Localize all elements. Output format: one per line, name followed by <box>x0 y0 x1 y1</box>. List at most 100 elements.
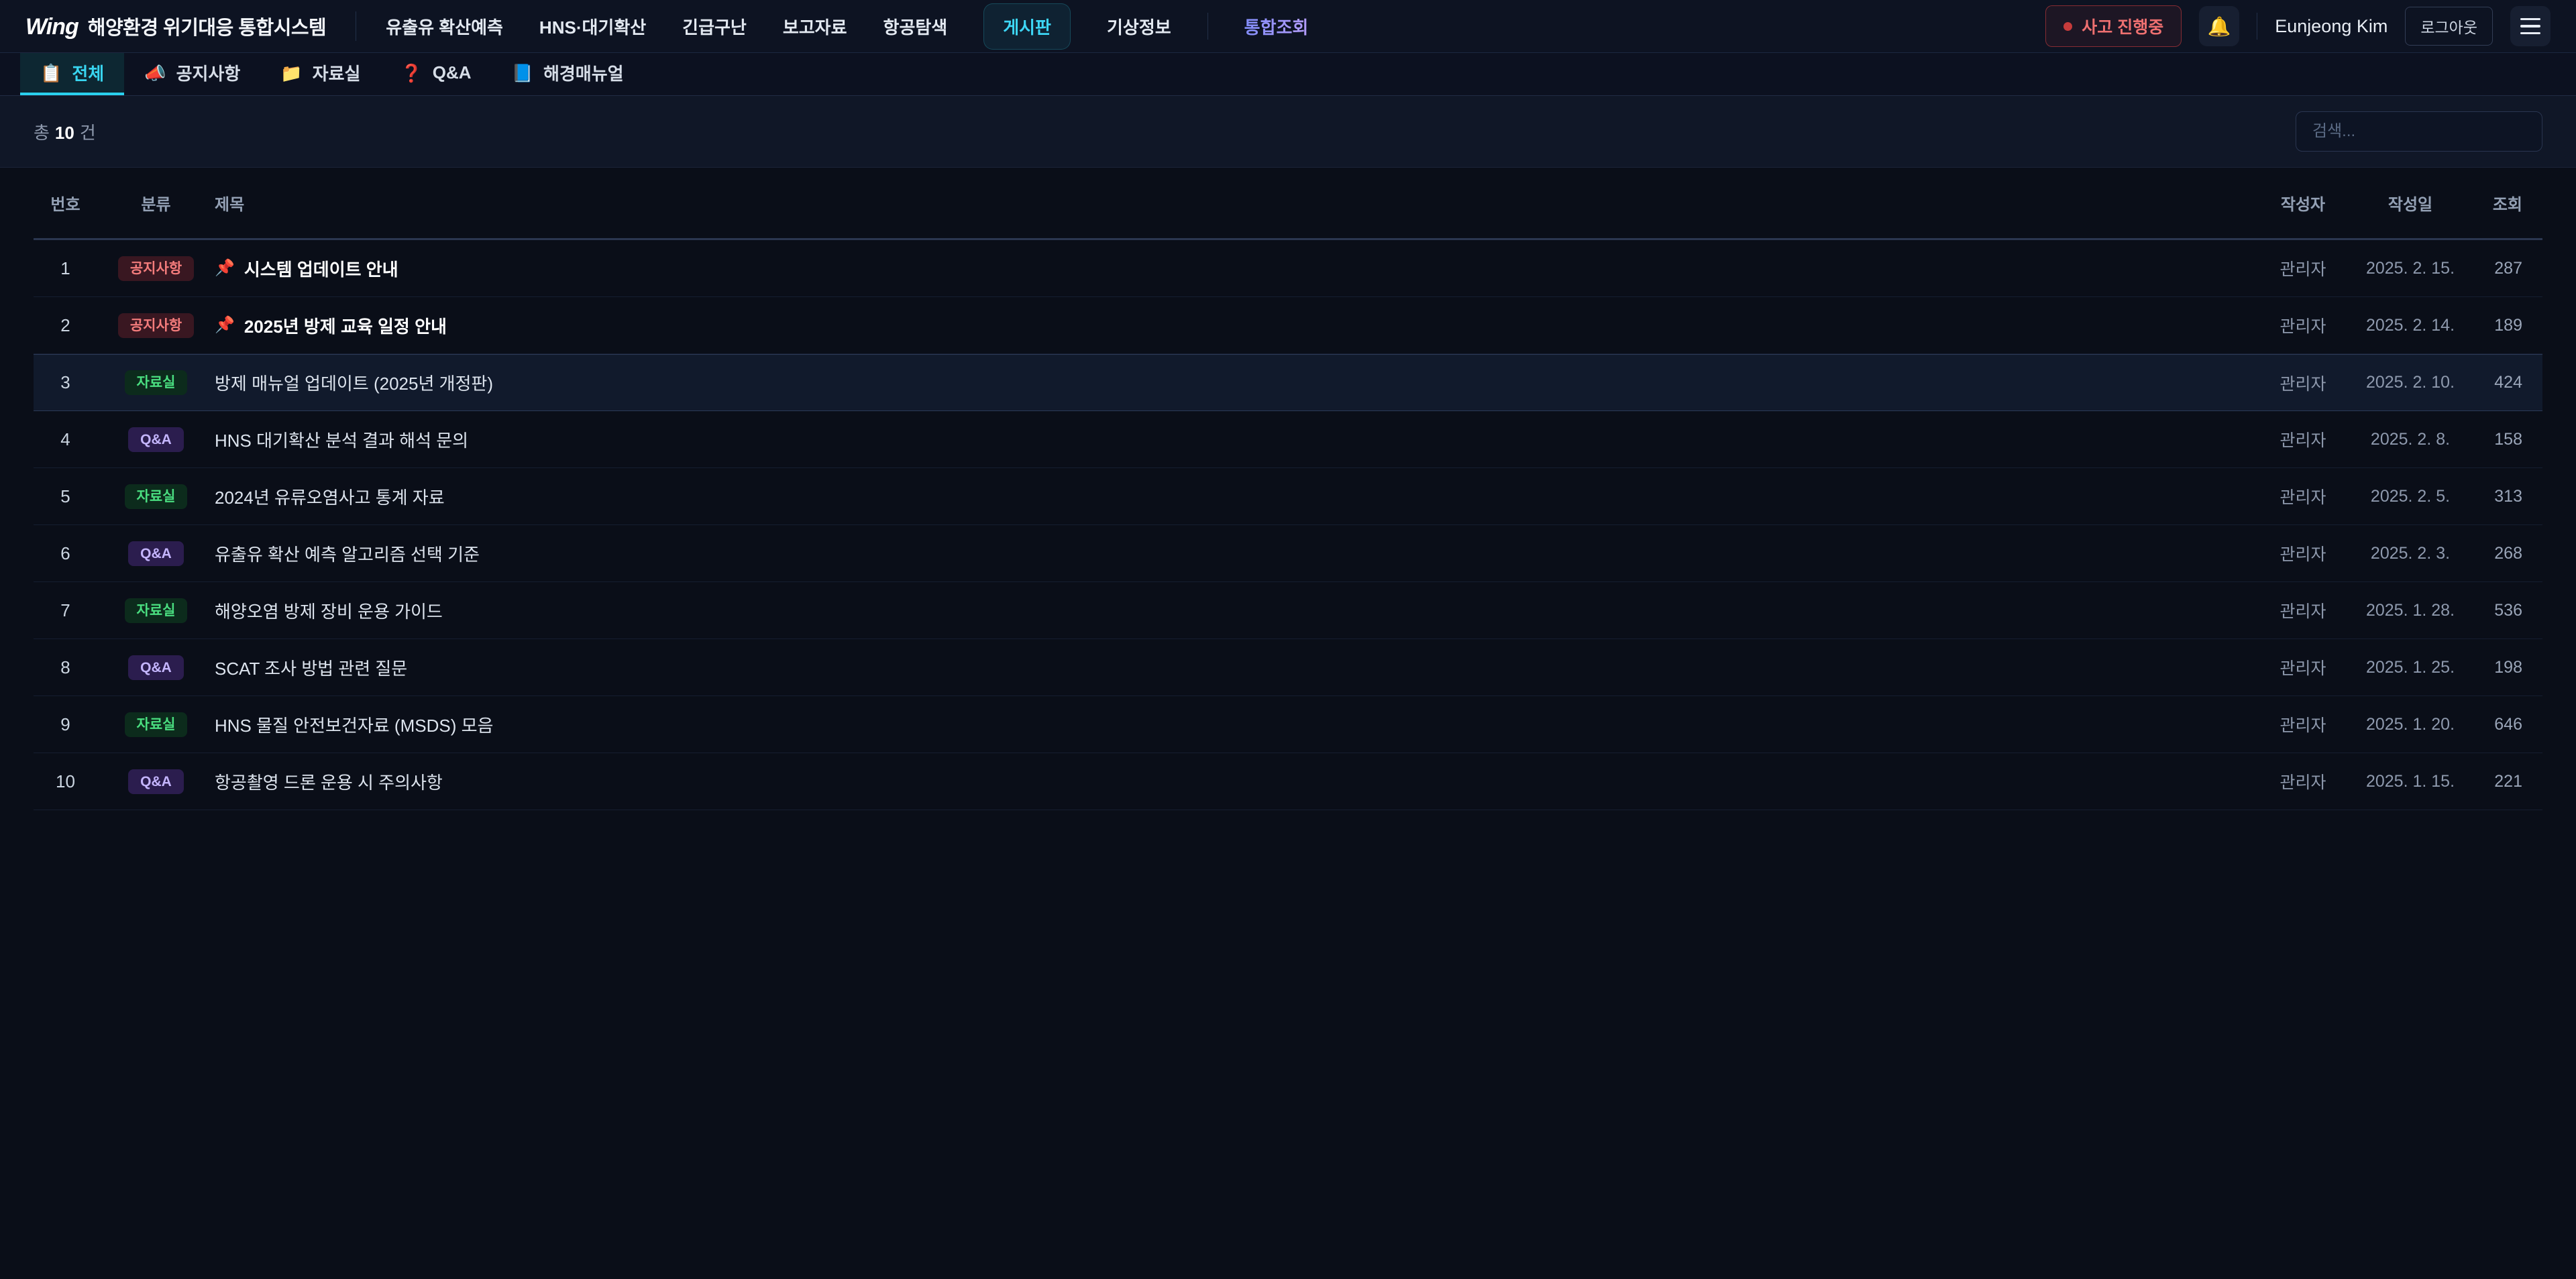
tab-label: 자료실 <box>313 60 361 85</box>
post-title-text: 2025년 방제 교육 일정 안내 <box>244 313 447 338</box>
logout-button[interactable]: 로그아웃 <box>2405 7 2493 46</box>
pin-icon: 📌 <box>215 317 235 333</box>
nav-item[interactable]: 항공탐색 <box>883 14 948 39</box>
board-row[interactable]: 3자료실방제 매뉴얼 업데이트 (2025년 개정판)관리자2025. 2. 1… <box>34 354 2542 411</box>
nav-item[interactable]: 보고자료 <box>783 14 847 39</box>
post-title[interactable]: HNS 대기확산 분석 결과 해석 문의 <box>215 427 2246 452</box>
nav-item[interactable]: 기상정보 <box>1107 14 1171 39</box>
book-icon: 📘 <box>512 64 533 82</box>
category-badge: 공지사항 <box>118 256 194 281</box>
nav-item[interactable]: 유출유 확산예측 <box>386 14 503 39</box>
category-badge: Q&A <box>128 769 184 794</box>
board-tabs: 📋전체📣공지사항 📁 자료실 ❓ Q&A 📘해경매뉴얼 <box>0 53 2576 96</box>
post-title[interactable]: SCAT 조사 방법 관련 질문 <box>215 655 2246 680</box>
row-number: 7 <box>34 600 97 621</box>
main-nav: 유출유 확산예측 HNS·대기확산 긴급구난 보고자료 항공탐색 게시판 기상정보 통합조회 <box>386 3 1308 50</box>
board-row[interactable]: 6Q&A유출유 확산 예측 알고리즘 선택 기준관리자2025. 2. 3.26… <box>34 525 2542 582</box>
total-count: 총 10 건 <box>34 119 96 144</box>
post-title[interactable]: 해양오염 방제 장비 운용 가이드 <box>215 598 2246 623</box>
board-row[interactable]: 9자료실HNS 물질 안전보건자료 (MSDS) 모음관리자2025. 1. 2… <box>34 696 2542 753</box>
nav-item[interactable]: 통합조회 <box>1244 14 1309 39</box>
menu-icon <box>2520 18 2540 35</box>
post-views: 189 <box>2461 316 2542 335</box>
post-title[interactable]: HNS 물질 안전보건자료 (MSDS) 모음 <box>215 712 2246 737</box>
pin-icon: 📌 <box>215 260 235 276</box>
question-icon: ❓ <box>400 64 422 82</box>
topbar-right: 사고 진행중 🔔 Eunjeong Kim 로그아웃 <box>2045 5 2551 47</box>
board-tab[interactable]: 📁 자료실 <box>260 53 380 95</box>
post-views: 646 <box>2461 715 2542 734</box>
app-logo[interactable]: Wing 해양환경 위기대응 통합시스템 <box>25 12 326 40</box>
clipboard-icon: 📋 <box>40 64 62 82</box>
post-title-text: 항공촬영 드론 운용 시 주의사항 <box>215 769 443 794</box>
col-header-no: 번호 <box>34 191 97 215</box>
board-tab[interactable]: 📣공지사항 <box>124 53 260 95</box>
hamburger-menu-button[interactable] <box>2510 6 2551 46</box>
tab-label: Q&A <box>433 62 472 83</box>
category-badge: Q&A <box>128 655 184 680</box>
category-badge: 공지사항 <box>118 313 194 338</box>
post-date: 2025. 2. 8. <box>2360 430 2461 449</box>
col-header-title: 제목 <box>215 191 2246 215</box>
folder-icon: 📁 <box>280 64 302 82</box>
post-views: 287 <box>2461 259 2542 278</box>
post-title[interactable]: 방제 매뉴얼 업데이트 (2025년 개정판) <box>215 370 2246 395</box>
category-cell: Q&A <box>97 655 215 680</box>
category-badge: 자료실 <box>125 484 188 509</box>
category-cell: 자료실 <box>97 712 215 737</box>
nav-item[interactable]: 게시판 <box>983 3 1071 50</box>
post-date: 2025. 1. 15. <box>2360 772 2461 791</box>
post-author: 관리자 <box>2246 655 2360 679</box>
board-table: 번호 분류 제목 작성자 작성일 조회 1공지사항📌시스템 업데이트 안내관리자… <box>0 168 2576 810</box>
row-number: 10 <box>34 771 97 792</box>
nav-item[interactable]: 긴급구난 <box>682 14 747 39</box>
category-cell: 공지사항 <box>97 256 215 281</box>
post-author: 관리자 <box>2246 598 2360 622</box>
board-row[interactable]: 10Q&A항공촬영 드론 운용 시 주의사항관리자2025. 1. 15.221 <box>34 753 2542 810</box>
post-title[interactable]: 유출유 확산 예측 알고리즘 선택 기준 <box>215 541 2246 566</box>
post-author: 관리자 <box>2246 427 2360 451</box>
board-toolbar: 총 10 건 <box>0 96 2576 168</box>
col-header-author: 작성자 <box>2246 191 2360 215</box>
post-title[interactable]: 2024년 유류오염사고 통계 자료 <box>215 484 2246 509</box>
board-tab[interactable]: 📋전체 <box>20 53 124 95</box>
total-prefix: 총 <box>34 119 50 144</box>
status-badge-label: 사고 진행중 <box>2082 14 2163 38</box>
incident-status-badge[interactable]: 사고 진행중 <box>2045 5 2182 47</box>
category-badge: 자료실 <box>125 712 188 737</box>
post-views: 536 <box>2461 601 2542 620</box>
post-views: 221 <box>2461 772 2542 791</box>
post-title[interactable]: 항공촬영 드론 운용 시 주의사항 <box>215 769 2246 794</box>
post-title-text: 2024년 유류오염사고 통계 자료 <box>215 484 445 509</box>
board-tab[interactable]: ❓ Q&A <box>380 53 491 95</box>
post-date: 2025. 2. 5. <box>2360 487 2461 506</box>
post-title-text: 방제 매뉴얼 업데이트 (2025년 개정판) <box>215 370 493 395</box>
total-suffix: 건 <box>80 119 96 144</box>
board-tab[interactable]: 📘해경매뉴얼 <box>492 53 644 95</box>
post-title[interactable]: 📌 시스템 업데이트 안내 <box>215 256 2246 281</box>
board-row[interactable]: 7자료실해양오염 방제 장비 운용 가이드관리자2025. 1. 28.536 <box>34 582 2542 639</box>
category-cell: 자료실 <box>97 598 215 623</box>
row-number: 4 <box>34 429 97 450</box>
category-badge: Q&A <box>128 427 184 452</box>
post-title-text: 해양오염 방제 장비 운용 가이드 <box>215 598 443 623</box>
board-row[interactable]: 4Q&AHNS 대기확산 분석 결과 해석 문의관리자2025. 2. 8.15… <box>34 411 2542 468</box>
user-name: Eunjeong Kim <box>2275 16 2387 37</box>
board-row[interactable]: 8Q&ASCAT 조사 방법 관련 질문관리자2025. 1. 25.198 <box>34 639 2542 696</box>
post-date: 2025. 2. 10. <box>2360 373 2461 392</box>
board-row[interactable]: 2공지사항📌2025년 방제 교육 일정 안내관리자2025. 2. 14.18… <box>34 297 2542 354</box>
col-header-date: 작성일 <box>2360 191 2461 215</box>
post-author: 관리자 <box>2246 712 2360 736</box>
search-input[interactable] <box>2296 111 2542 152</box>
nav-item[interactable]: HNS·대기확산 <box>539 14 646 39</box>
row-number: 3 <box>34 372 97 393</box>
col-header-category: 분류 <box>97 191 215 215</box>
notifications-button[interactable]: 🔔 <box>2199 6 2239 46</box>
post-title-text: 시스템 업데이트 안내 <box>244 256 398 281</box>
row-number: 1 <box>34 258 97 279</box>
board-row[interactable]: 5자료실2024년 유류오염사고 통계 자료관리자2025. 2. 5.313 <box>34 468 2542 525</box>
board-row[interactable]: 1공지사항📌시스템 업데이트 안내관리자2025. 2. 15.287 <box>34 240 2542 297</box>
post-title[interactable]: 📌 2025년 방제 교육 일정 안내 <box>215 313 2246 338</box>
total-count-value: 10 <box>55 123 74 144</box>
post-title-text: HNS 대기확산 분석 결과 해석 문의 <box>215 427 468 452</box>
